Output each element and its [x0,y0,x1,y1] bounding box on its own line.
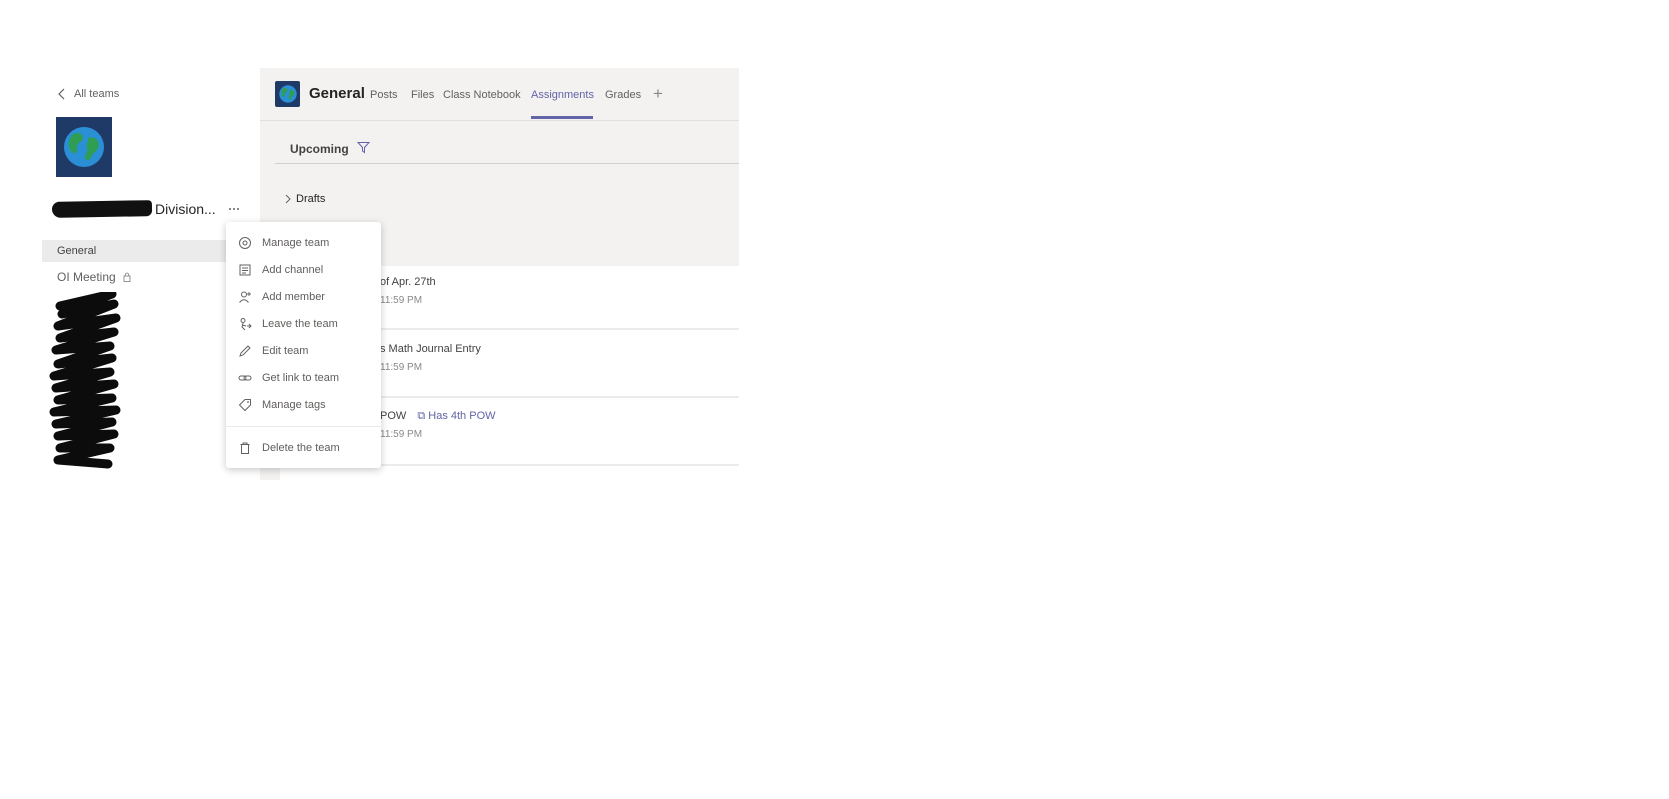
more-dot [229,208,231,210]
menu-item-leave-team[interactable]: Leave the team [226,312,381,336]
team-name-row[interactable]: Division... [51,198,252,220]
menu-item-manage-tags[interactable]: Manage tags [226,393,381,417]
globe-icon [278,85,297,103]
menu-item-delete-team[interactable]: Delete the team [226,436,381,460]
assignment-due: 11:59 PM [380,362,423,373]
chevron-left-icon [58,88,65,100]
channel-icon [239,264,251,276]
channel-item-oi-meeting[interactable]: OI Meeting [57,270,131,284]
attachment-label: Has 4th POW [428,410,496,422]
drafts-toggle[interactable]: Drafts [285,193,325,205]
assignment-title: POW [380,410,407,422]
redaction-mark [51,200,153,218]
add-person-icon [239,291,251,303]
lock-icon [123,272,131,282]
team-avatar [56,117,112,177]
assignment-title-row: POW ⧉ Has 4th POW [380,410,496,423]
more-dot [237,208,239,210]
more-options-button[interactable] [229,204,245,214]
tab-class-notebook[interactable]: Class Notebook [443,89,521,101]
leave-icon [240,318,252,331]
menu-item-label: Get link to team [262,372,340,384]
add-tab-button[interactable]: + [653,84,663,104]
section-label-upcoming: Upcoming [290,142,349,156]
channel-team-icon [275,81,300,107]
filter-icon[interactable] [357,141,370,154]
trash-icon [240,442,250,454]
active-tab-indicator [531,116,593,119]
tab-grades[interactable]: Grades [605,89,641,101]
chevron-right-icon [285,194,291,204]
assignment-due: 11:59 PM [380,429,423,440]
link-icon [238,375,252,381]
menu-item-add-member[interactable]: Add member [226,285,381,309]
tab-files[interactable]: Files [411,89,434,101]
menu-item-edit-team[interactable]: Edit team [226,339,381,363]
assignment-attachment-tag: ⧉ Has 4th POW [417,410,496,422]
all-teams-link[interactable]: All teams [58,88,119,100]
redaction-scribble [49,292,121,469]
assignment-due: 11:59 PM [380,295,423,306]
menu-item-label: Leave the team [262,318,338,330]
assignment-title: of Apr. 27th [380,276,436,288]
assignment-title: s Math Journal Entry [380,343,481,355]
menu-item-add-channel[interactable]: Add channel [226,258,381,282]
menu-separator [226,426,381,427]
tag-icon [238,399,251,412]
header-divider [260,120,739,121]
channel-title: General [309,85,365,102]
gear-icon [239,237,251,249]
menu-item-label: Edit team [262,345,309,357]
tab-assignments[interactable]: Assignments [531,89,594,101]
all-teams-label: All teams [74,88,120,100]
tab-posts[interactable]: Posts [370,89,398,101]
drafts-label: Drafts [296,193,326,205]
menu-item-label: Manage team [262,237,330,249]
section-divider [275,163,739,164]
menu-item-label: Manage tags [262,399,326,411]
menu-item-label: Add channel [262,264,324,276]
pencil-icon [239,345,251,357]
menu-item-label: Add member [262,291,325,303]
team-name: Division... [155,201,216,217]
more-dot [233,208,235,210]
globe-icon [64,127,104,167]
team-options-menu: Manage team Add channel Add member Leave… [226,222,381,468]
menu-item-get-link[interactable]: Get link to team [226,366,381,390]
menu-item-manage-team[interactable]: Manage team [226,231,381,255]
channel-label: OI Meeting [57,270,116,284]
menu-item-label: Delete the team [262,442,340,454]
